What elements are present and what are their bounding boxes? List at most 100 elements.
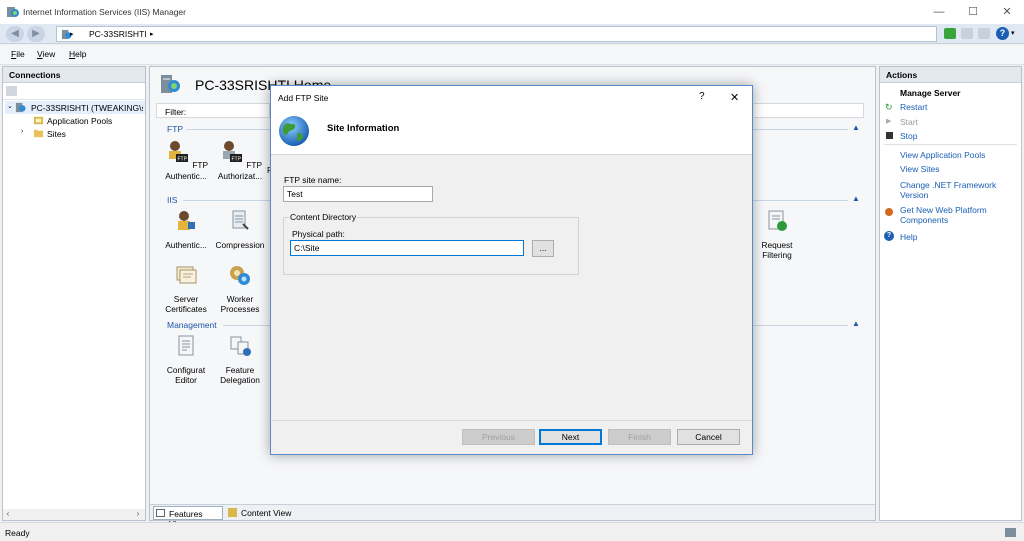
feature-worker-processes[interactable]: Worker Processes (214, 262, 266, 315)
tree-item-application-pools[interactable]: Application Pools (19, 114, 145, 127)
help-link[interactable]: Help (900, 232, 917, 242)
filter-bar-right (754, 103, 864, 118)
tab-features-view[interactable]: Features View (153, 506, 223, 529)
dialog-title: Add FTP Site (278, 93, 329, 103)
change-net-framework-link-2[interactable]: Version (900, 190, 928, 200)
svg-text:FTP: FTP (232, 157, 242, 163)
forward-button[interactable]: ▶ (27, 26, 45, 42)
connect-icon[interactable] (6, 86, 17, 96)
collapse-ftp-icon[interactable]: ▲ (852, 123, 860, 132)
dialog-footer-divider (271, 420, 752, 421)
close-window-button[interactable]: ✕ (990, 0, 1024, 24)
tree-item-sites[interactable]: › Sites (19, 127, 145, 140)
refresh-icon[interactable] (961, 28, 973, 39)
ftp-authorization-icon: FTP (223, 141, 242, 163)
add-ftp-site-dialog: Add FTP Site ? ✕ Site Information FTP si… (270, 85, 753, 455)
restart-icon: ↻ (885, 102, 893, 112)
connections-header: Connections (3, 67, 145, 83)
compression-icon (232, 210, 249, 230)
status-bar: Ready (0, 522, 1024, 541)
address-field[interactable]: ▸ PC-33SRISHTI ▸ (56, 26, 937, 42)
feature-label: Configurat Editor (166, 364, 206, 386)
finish-button[interactable]: Finish (608, 429, 671, 445)
stop-icon (886, 132, 893, 139)
breadcrumb-server[interactable]: PC-33SRISHTI (89, 29, 147, 39)
server-certificates-icon (176, 266, 197, 284)
feature-authentication[interactable]: Authentic... (160, 208, 212, 250)
cancel-button[interactable]: Cancel (677, 429, 740, 445)
iis-app-icon (7, 7, 19, 17)
tree-expand-icon[interactable]: › (21, 128, 23, 135)
feature-label: Authentic... (165, 239, 207, 250)
start-icon: ▶ (886, 118, 892, 125)
restart-link[interactable]: Restart (900, 102, 927, 112)
feature-request-filtering[interactable]: Request Filtering (751, 208, 803, 261)
connections-hscrollbar[interactable]: ‹ › (3, 509, 145, 520)
dialog-section-title: Site Information (327, 123, 400, 134)
previous-button[interactable]: Previous (462, 429, 535, 445)
get-web-platform-link-2[interactable]: Components (900, 215, 948, 225)
feature-label: Request Filtering (761, 239, 793, 261)
back-button[interactable]: ◀ (6, 26, 24, 42)
help-dropdown-icon[interactable]: ▾ (1011, 29, 1015, 37)
dialog-titlebar: Add FTP Site ? ✕ (271, 86, 752, 110)
scroll-left-icon[interactable]: ‹ (3, 509, 13, 519)
get-web-platform-link[interactable]: Get New Web Platform (900, 205, 987, 215)
features-view-icon (156, 509, 165, 517)
server-large-icon (161, 75, 180, 93)
breadcrumb-chevron-icon[interactable]: ▸ (150, 30, 154, 38)
authentication-icon (178, 211, 195, 230)
menu-bar: File View Help (0, 45, 1024, 65)
feature-ftp-authorization[interactable]: FTP FTP Authorizat... (214, 139, 266, 181)
request-filtering-icon (768, 210, 787, 231)
section-management: Management (167, 320, 217, 330)
site-name-input[interactable]: Test (283, 186, 433, 202)
view-application-pools-link[interactable]: View Application Pools (900, 150, 985, 160)
web-platform-icon (885, 208, 893, 216)
arrow-left-icon: ◀ (11, 28, 19, 39)
start-link[interactable]: Start (900, 117, 918, 127)
dialog-help-button[interactable]: ? (699, 91, 705, 102)
feature-delegation[interactable]: Feature Delegation (214, 333, 266, 386)
browse-button[interactable]: ... (532, 240, 554, 257)
collapse-iis-icon[interactable]: ▲ (852, 194, 860, 203)
menu-view[interactable]: View (37, 49, 55, 59)
actions-divider (884, 144, 1017, 145)
collapse-management-icon[interactable]: ▲ (852, 319, 860, 328)
application-pools-icon (33, 116, 44, 125)
tree-collapse-icon[interactable]: ⌄ (7, 102, 13, 110)
view-sites-link[interactable]: View Sites (900, 164, 940, 174)
actions-pane: Actions Manage Server ↻ Restart ▶ Start … (879, 66, 1022, 521)
change-net-framework-link[interactable]: Change .NET Framework (900, 180, 996, 190)
menu-file[interactable]: File (11, 49, 25, 59)
dialog-close-button[interactable]: ✕ (730, 91, 739, 104)
tree-item-server[interactable]: ⌄ PC-33SRISHTI (TWEAKING\sri (5, 101, 145, 114)
view-tabs: Features View Content View (150, 504, 875, 529)
site-name-label: FTP site name: (284, 175, 342, 185)
home-icon[interactable] (978, 28, 990, 39)
filter-bar[interactable]: Filter: (156, 103, 270, 118)
feature-compression[interactable]: Compression (214, 208, 266, 250)
feature-ftp-authentication[interactable]: FTP FTP Authentic... (160, 139, 212, 181)
tab-content-view[interactable]: Content View (226, 506, 298, 520)
help-icon[interactable]: ? (996, 27, 1009, 40)
minimize-button[interactable]: — (922, 0, 956, 24)
menu-help[interactable]: Help (69, 49, 86, 59)
maximize-button[interactable]: ☐ (956, 0, 990, 24)
tree-label-sites: Sites (47, 129, 66, 139)
next-button[interactable]: Next (539, 429, 602, 445)
go-icon[interactable] (944, 28, 956, 39)
physical-path-input[interactable]: C:\Site (290, 240, 524, 256)
scroll-right-icon[interactable]: › (133, 509, 143, 519)
feature-configuration-editor[interactable]: Configurat Editor (160, 333, 212, 386)
tab-label: Content View (241, 508, 292, 518)
tree-label-server: PC-33SRISHTI (TWEAKING\sri (31, 103, 143, 113)
connections-toolbar (3, 83, 145, 100)
content-view-icon (228, 508, 237, 517)
sites-folder-icon (33, 129, 44, 138)
manage-server-heading: Manage Server (900, 88, 961, 98)
stop-link[interactable]: Stop (900, 131, 918, 141)
feature-delegation-icon (230, 336, 251, 356)
status-text: Ready (5, 528, 30, 538)
feature-server-certificates[interactable]: Server Certificates (160, 262, 212, 315)
